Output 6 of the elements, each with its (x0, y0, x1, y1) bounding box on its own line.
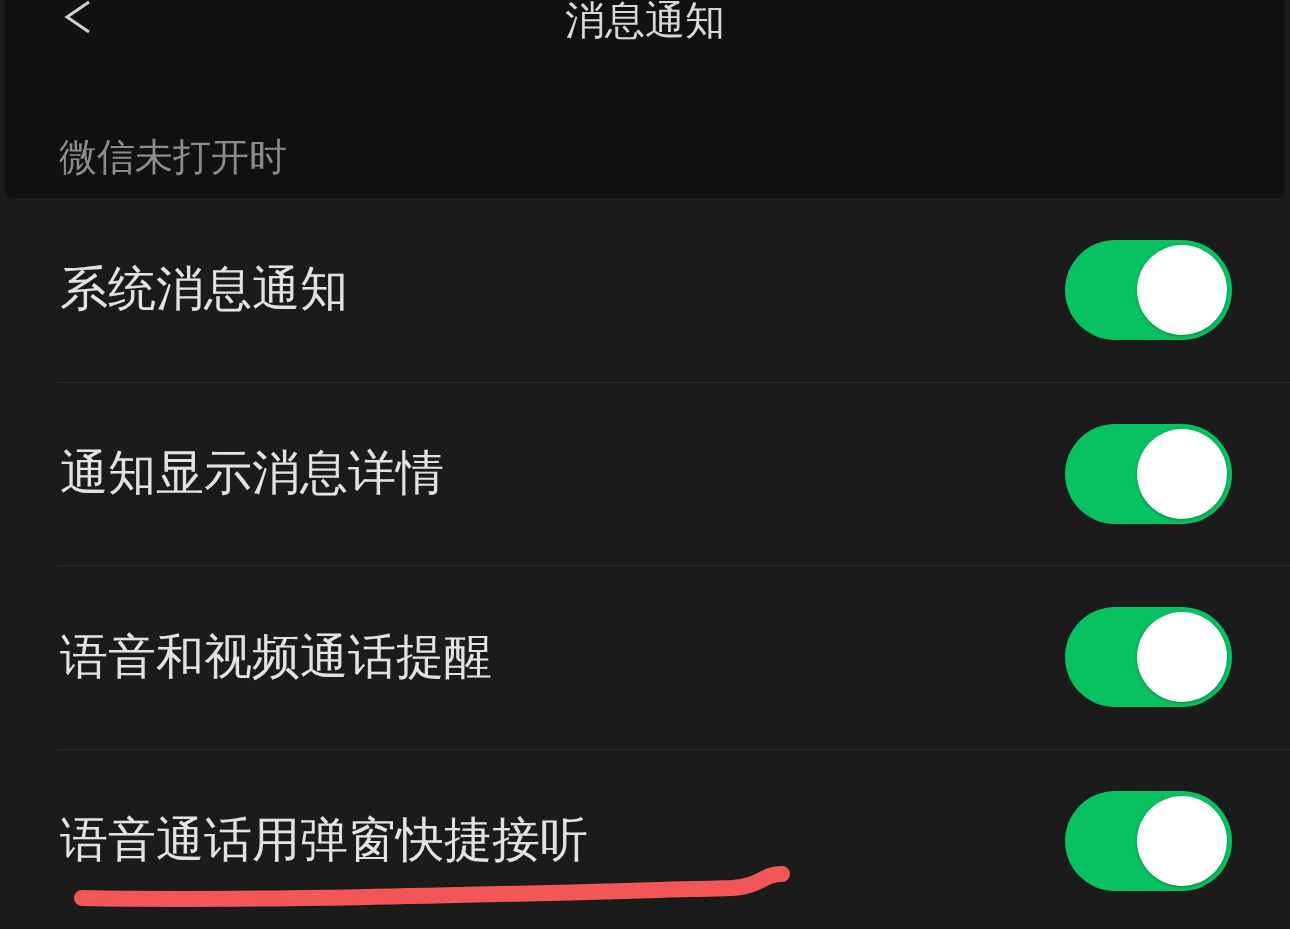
setting-label: 通知显示消息详情 (60, 447, 444, 501)
setting-label: 系统消息通知 (60, 263, 348, 317)
screen-title: 消息通知 (565, 0, 725, 40)
setting-label: 语音和视频通话提醒 (60, 630, 492, 684)
section-header: 微信未打开时 (59, 136, 287, 178)
setting-label: 语音通话用弹窗快捷接听 (60, 814, 588, 868)
